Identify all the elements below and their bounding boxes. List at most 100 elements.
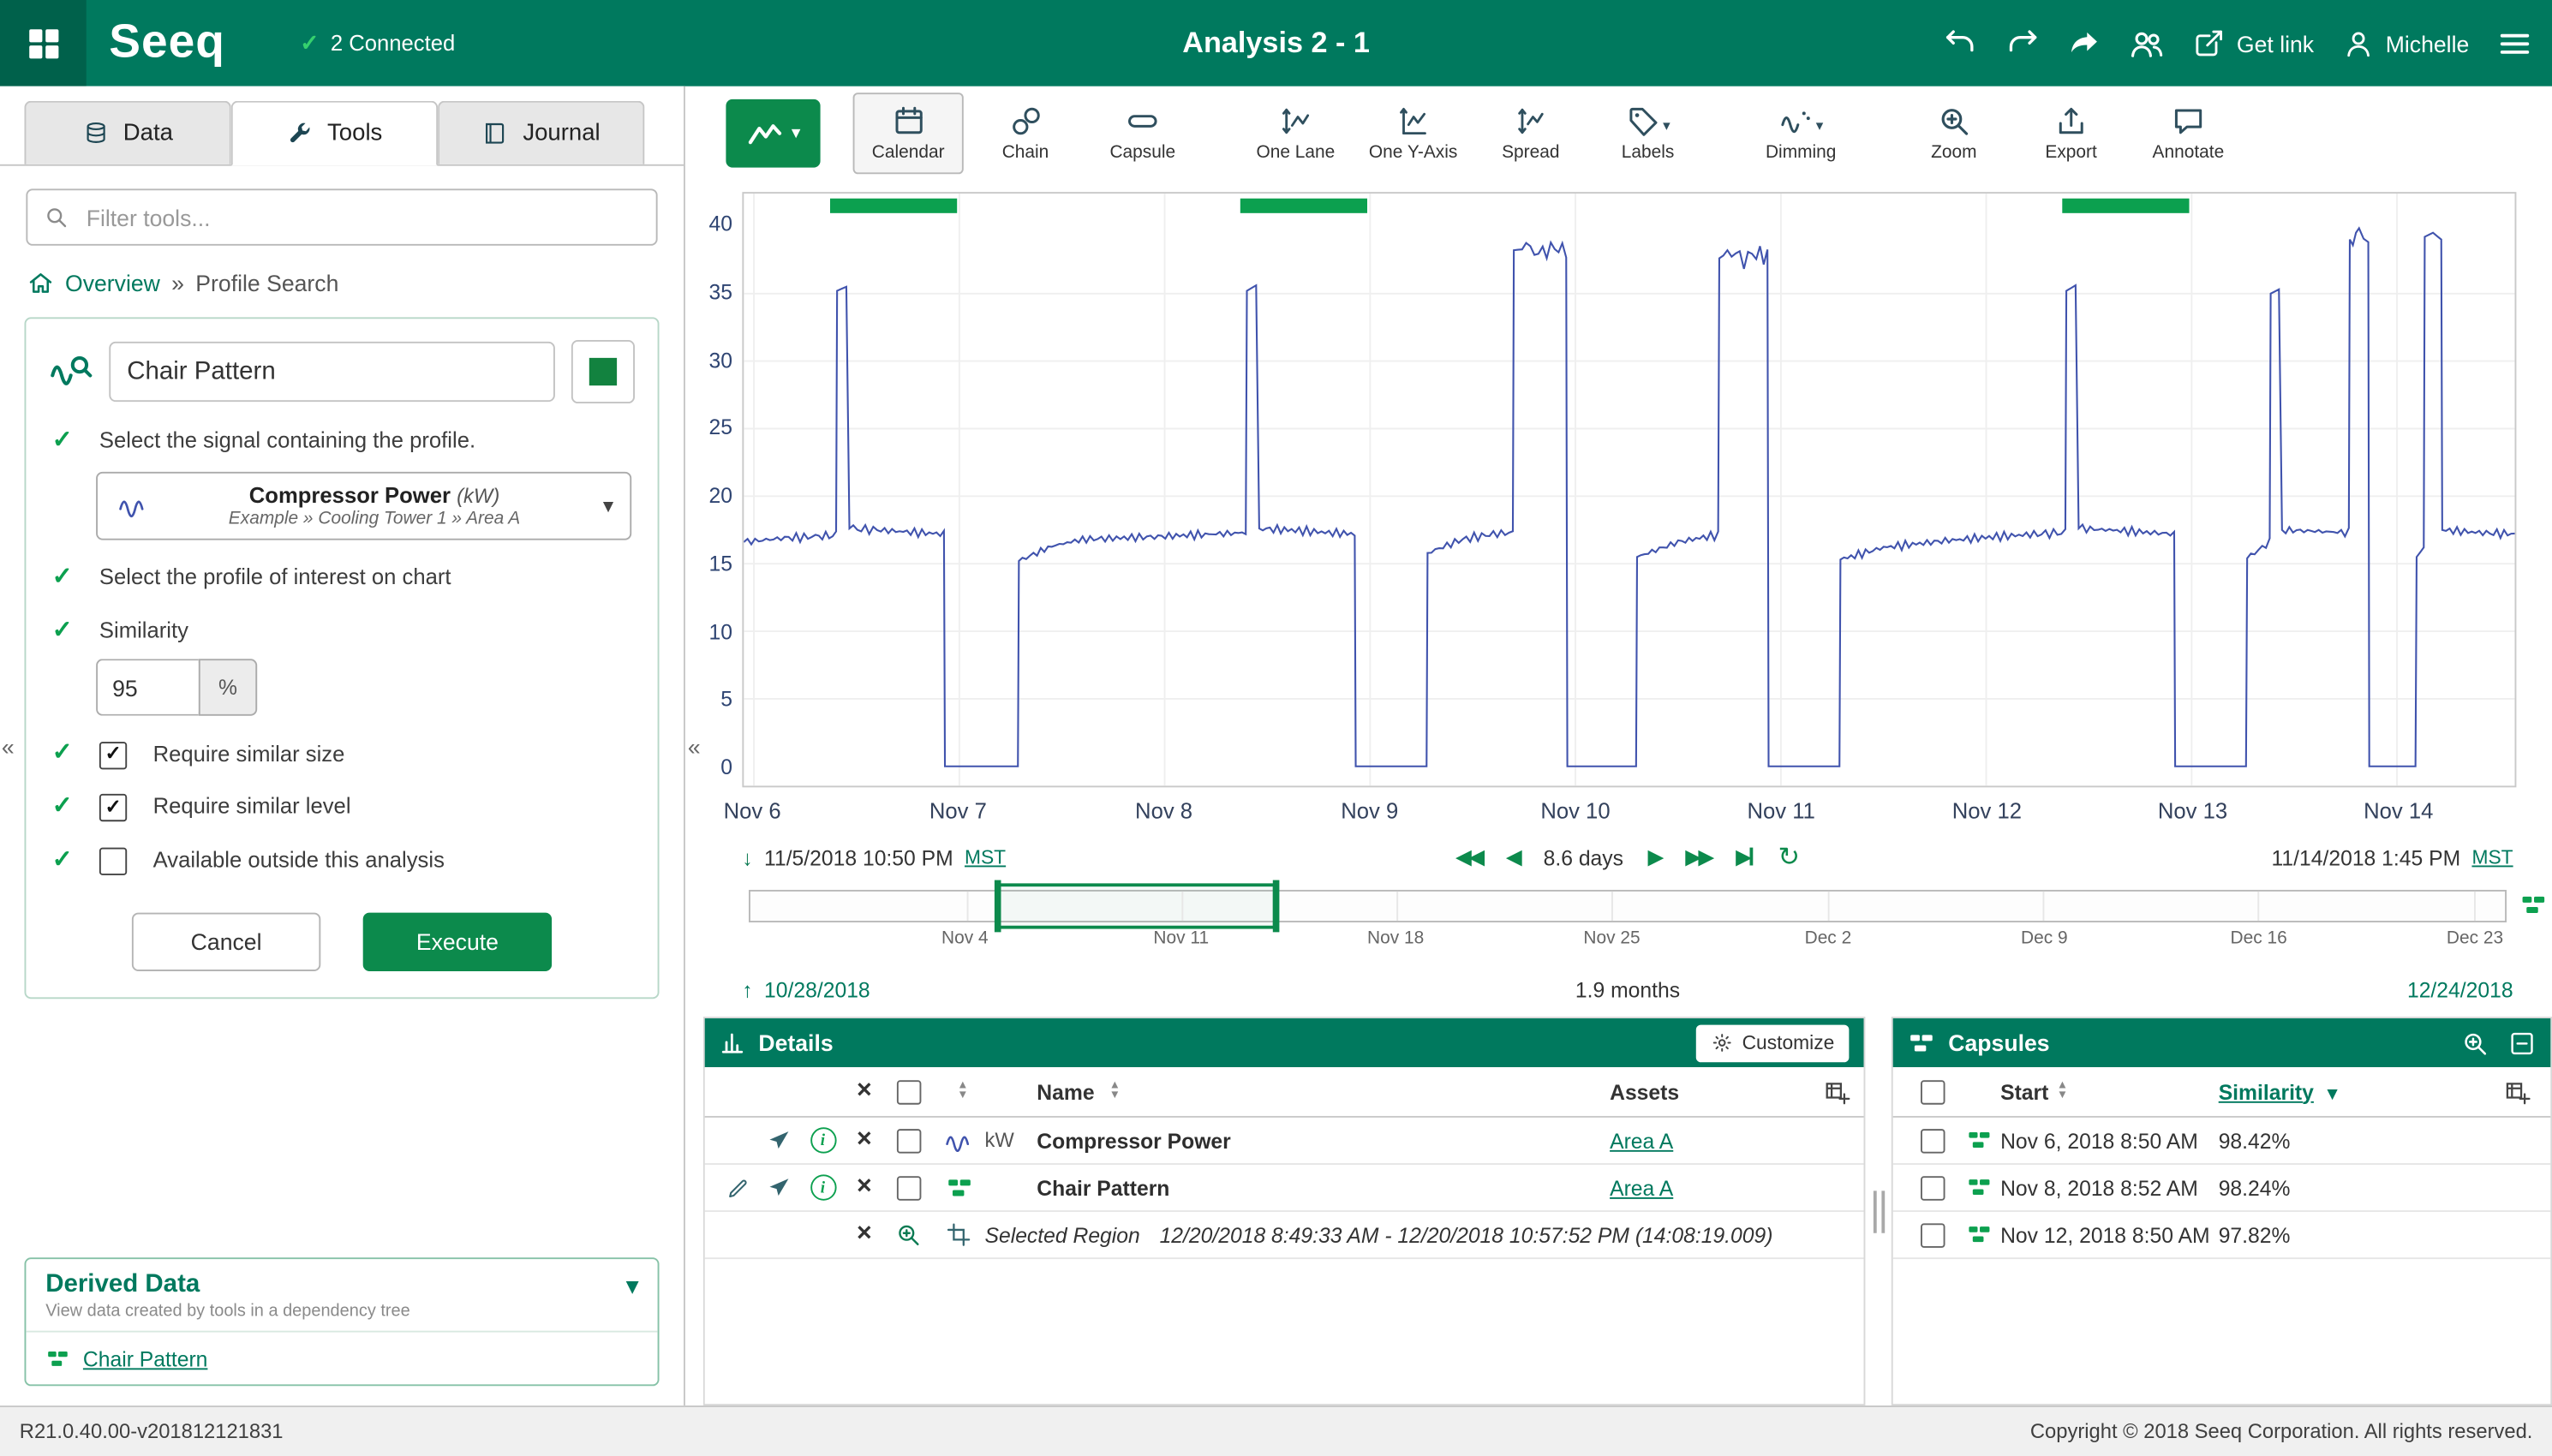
get-link-button[interactable]: Get link (2193, 27, 2314, 59)
toolbar-button-one-y-axis[interactable]: One Y-Axis (1358, 92, 1469, 173)
collapse-left-edge-handle[interactable]: « (2, 733, 15, 759)
sort-name-control[interactable]: ▲▼ (1109, 1082, 1121, 1101)
asset-link[interactable]: Area A (1610, 1128, 1673, 1152)
sort-type-control[interactable]: ▲▼ (957, 1082, 968, 1101)
row-name[interactable]: Chair Pattern (1037, 1175, 1169, 1199)
zoom-to-region-icon[interactable] (895, 1221, 921, 1247)
customize-button[interactable]: Customize (1696, 1024, 1849, 1062)
list-item[interactable]: Nov 8, 2018 8:52 AM 98.24% (1893, 1165, 2551, 1212)
asset-link[interactable]: Area A (1610, 1175, 1673, 1199)
available-outside-checkbox[interactable] (99, 848, 127, 875)
refresh-button[interactable]: ↻ (1778, 841, 1800, 874)
list-item[interactable]: Nov 12, 2018 8:50 AM 97.82% (1893, 1212, 2551, 1259)
step-forward-fast-button[interactable]: ▶▶ (1685, 844, 1711, 870)
toolbar-button-calendar[interactable]: Calendar (853, 92, 964, 173)
users-icon[interactable] (2130, 25, 2166, 61)
assets-header[interactable]: Assets (1610, 1079, 1802, 1103)
investigate-end[interactable]: 12/24/2018 (2407, 977, 2513, 1001)
toolbar-button-zoom[interactable]: Zoom (1898, 92, 2009, 173)
remove-icon[interactable]: × (857, 1174, 872, 1200)
toolbar-button-dimming[interactable]: ▾ Dimming (1746, 92, 1856, 173)
toolbar-button-chain[interactable]: Chain (970, 92, 1080, 173)
step-back-fast-button[interactable]: ◀◀ (1455, 844, 1481, 870)
trend-chart[interactable]: 0510152025303540 Nov 6Nov 7Nov 8Nov 9Nov… (703, 179, 2552, 830)
row-checkbox[interactable] (1920, 1128, 1945, 1152)
table-row[interactable]: i × kW Compressor Power Area A (705, 1118, 1864, 1165)
range-duration[interactable]: 8.6 days (1544, 845, 1623, 869)
row-checkbox[interactable] (1920, 1222, 1945, 1246)
timebar-capsule-icon[interactable] (2519, 892, 2547, 919)
select-all-checkbox[interactable] (896, 1079, 921, 1103)
table-row[interactable]: × Selected Region 12/20/2018 8:49:33 AM … (705, 1212, 1864, 1259)
toolbar-button-annotate[interactable]: Annotate (2133, 92, 2244, 173)
range-end-timezone[interactable]: MST (2471, 846, 2513, 869)
row-checkbox[interactable] (1920, 1175, 1945, 1199)
hamburger-menu-icon[interactable] (2497, 25, 2533, 61)
table-row[interactable]: i × Chair Pattern Area A (705, 1165, 1864, 1212)
view-mode-dropdown[interactable]: ▾ (726, 98, 820, 167)
remove-icon[interactable]: × (857, 1127, 872, 1153)
add-column-icon[interactable] (2503, 1077, 2531, 1105)
investigate-duration[interactable]: 1.9 months (703, 977, 2552, 1001)
tab-journal[interactable]: Journal (438, 101, 644, 164)
info-icon[interactable]: i (810, 1174, 835, 1200)
collapse-sidebar-handle[interactable]: « (688, 733, 701, 759)
toolbar-button-labels[interactable]: ▾ Labels (1593, 92, 1703, 173)
info-icon[interactable]: i (810, 1127, 835, 1153)
tool-name-input[interactable] (109, 342, 555, 402)
zoom-capsule-icon[interactable] (2461, 1029, 2489, 1056)
row-checkbox[interactable] (896, 1128, 921, 1152)
navigate-icon[interactable] (767, 1128, 792, 1152)
tab-data[interactable]: Data (25, 101, 231, 164)
step-back-button[interactable]: ◀ (1506, 844, 1519, 870)
step-forward-button[interactable]: ▶ (1648, 844, 1661, 870)
row-checkbox[interactable] (896, 1175, 921, 1199)
share-icon[interactable] (2067, 26, 2101, 60)
toolbar-button-one-lane[interactable]: One Lane (1240, 92, 1351, 173)
list-item[interactable]: Nov 6, 2018 8:50 AM 98.42% (1893, 1118, 2551, 1165)
require-similar-size-checkbox[interactable] (99, 741, 127, 768)
color-swatch-button[interactable] (571, 340, 635, 403)
select-all-checkbox[interactable] (1920, 1079, 1945, 1103)
redo-icon[interactable] (2005, 26, 2040, 60)
start-header[interactable]: Start (2000, 1079, 2048, 1103)
timebar-selection[interactable] (998, 883, 1276, 928)
row-name[interactable]: Compressor Power (1037, 1128, 1230, 1152)
collapse-panel-icon[interactable] (2508, 1029, 2536, 1056)
connection-status[interactable]: ✓ 2 Connected (300, 29, 455, 57)
derived-item-link[interactable]: Chair Pattern (83, 1347, 208, 1371)
toolbar-button-capsule[interactable]: Capsule (1087, 92, 1198, 173)
investigate-start[interactable]: 10/28/2018 (764, 977, 870, 1001)
user-menu[interactable]: Michelle (2341, 27, 2469, 59)
crop-icon[interactable] (946, 1221, 971, 1247)
name-header[interactable]: Name (1037, 1079, 1094, 1103)
breadcrumb-overview-link[interactable]: Overview (65, 270, 160, 295)
tab-tools[interactable]: Tools (231, 101, 438, 166)
step-to-end-button[interactable]: ▶ (1736, 844, 1754, 870)
sort-start-control[interactable]: ▲▼ (2057, 1082, 2068, 1101)
sidebar-splitter[interactable]: « (685, 87, 703, 1405)
cancel-button[interactable]: Cancel (132, 912, 320, 970)
filter-tools-input[interactable] (83, 202, 640, 231)
seeq-logo[interactable]: Seeq (109, 16, 225, 70)
similarity-input[interactable] (96, 659, 199, 716)
home-icon[interactable] (27, 270, 53, 295)
undo-icon[interactable] (1944, 26, 1978, 60)
remove-all-button[interactable]: × (857, 1078, 872, 1104)
toolbar-button-spread[interactable]: Spread (1475, 92, 1586, 173)
require-similar-level-checkbox[interactable] (99, 795, 127, 822)
signal-select-dropdown[interactable]: Compressor Power (kW) Example » Cooling … (96, 471, 631, 540)
toolbar-button-export[interactable]: Export (2016, 92, 2126, 173)
range-end[interactable]: 11/14/2018 1:45 PM (2272, 845, 2461, 869)
plot-area[interactable] (742, 192, 2516, 787)
range-start-timezone[interactable]: MST (965, 846, 1006, 869)
add-column-icon[interactable] (1823, 1077, 1850, 1105)
app-switcher-button[interactable] (0, 0, 87, 87)
remove-icon[interactable]: × (857, 1221, 872, 1247)
similarity-header[interactable]: Similarity (2219, 1079, 2314, 1103)
range-start[interactable]: 11/5/2018 10:50 PM (764, 845, 953, 869)
edit-icon[interactable] (725, 1175, 750, 1199)
panel-splitter[interactable] (1865, 1017, 1891, 1405)
timebar-track[interactable] (749, 890, 2507, 922)
derived-data-header[interactable]: Derived Data ▾ (45, 1270, 638, 1299)
